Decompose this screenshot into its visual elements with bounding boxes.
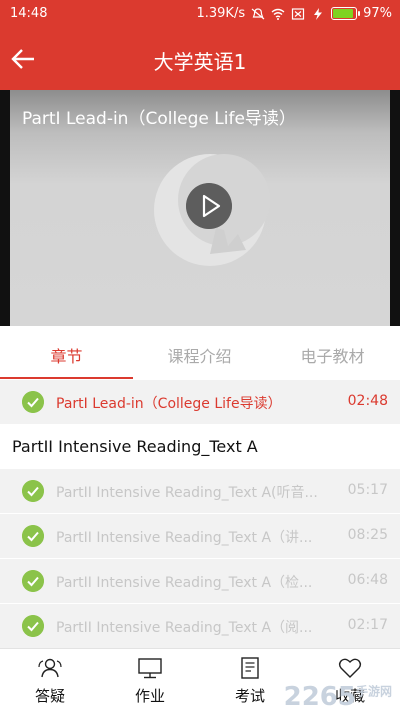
chapter-title: PartII Intensive Reading_Text A(听音... [56, 485, 318, 501]
tab-course-intro[interactable]: 课程介绍 [133, 343, 266, 367]
status-indicators: 1.39K/s 97% [196, 6, 392, 21]
check-circle-icon [22, 391, 44, 413]
status-bar: 14:48 1.39K/s 97% [0, 0, 400, 28]
document-icon [241, 657, 259, 679]
chapter-row-current[interactable]: PartI Lead-in（College Life导读） 02:48 [0, 380, 400, 425]
chapter-title: PartII Intensive Reading_Text A（检... [56, 575, 313, 591]
app-bar: 大学英语1 [0, 28, 400, 90]
play-button[interactable] [186, 183, 232, 229]
mute-bell-icon [251, 7, 265, 19]
tab-active-indicator [0, 377, 133, 379]
chapter-row[interactable]: PartII Intensive Reading_Text A（检... 06:… [0, 559, 400, 604]
tab-chapters[interactable]: 章节 [0, 343, 133, 367]
section-header: PartII Intensive Reading_Text A [0, 425, 400, 469]
status-time: 14:48 [10, 6, 48, 21]
video-screen[interactable]: PartI Lead-in（College Life导读） [10, 90, 390, 326]
no-sim-icon [291, 7, 305, 20]
qa-icon [38, 658, 62, 678]
charging-icon [314, 7, 323, 20]
chapter-duration: 08:25 [347, 527, 388, 543]
chapter-duration: 05:17 [347, 482, 388, 498]
battery-percent: 97% [363, 6, 392, 21]
wifi-icon [271, 8, 285, 20]
watermark-number: 2265 [283, 682, 356, 712]
video-title: PartI Lead-in（College Life导读） [22, 109, 296, 129]
tab-bar: 章节 课程介绍 电子教材 [0, 326, 400, 381]
chapter-list: PartI Lead-in（College Life导读） 02:48 Part… [0, 380, 400, 649]
chapter-row[interactable]: PartII Intensive Reading_Text A（讲... 08:… [0, 514, 400, 559]
heart-icon [338, 658, 362, 678]
nav-qa[interactable]: 答疑 [0, 649, 100, 712]
check-circle-icon [22, 570, 44, 592]
chapter-duration: 06:48 [347, 572, 388, 588]
check-circle-icon [22, 525, 44, 547]
network-speed: 1.39K/s [196, 6, 246, 21]
section-title: PartII Intensive Reading_Text A [12, 437, 258, 456]
watermark-suffix: 手游网 [355, 684, 392, 699]
monitor-icon [138, 658, 162, 679]
page-title: 大学英语1 [153, 50, 247, 74]
nav-label: 答疑 [34, 687, 65, 705]
chapter-title: PartII Intensive Reading_Text A（阅... [56, 620, 313, 636]
nav-homework[interactable]: 作业 [100, 649, 200, 712]
chapter-title: PartII Intensive Reading_Text A（讲... [56, 530, 313, 546]
chapter-row[interactable]: PartII Intensive Reading_Text A（阅... 02:… [0, 604, 400, 649]
video-player[interactable]: PartI Lead-in（College Life导读） [0, 90, 400, 326]
nav-label: 作业 [134, 687, 165, 705]
battery-icon [331, 7, 361, 20]
chapter-duration: 02:17 [347, 617, 388, 633]
chapter-duration: 02:48 [347, 393, 388, 409]
tab-ebook[interactable]: 电子教材 [266, 343, 399, 367]
check-circle-icon [22, 615, 44, 637]
site-watermark: 2265手游网 [284, 682, 392, 712]
chapter-title: PartI Lead-in（College Life导读） [56, 396, 282, 412]
check-circle-icon [22, 480, 44, 502]
chapter-row[interactable]: PartII Intensive Reading_Text A(听音... 05… [0, 469, 400, 514]
